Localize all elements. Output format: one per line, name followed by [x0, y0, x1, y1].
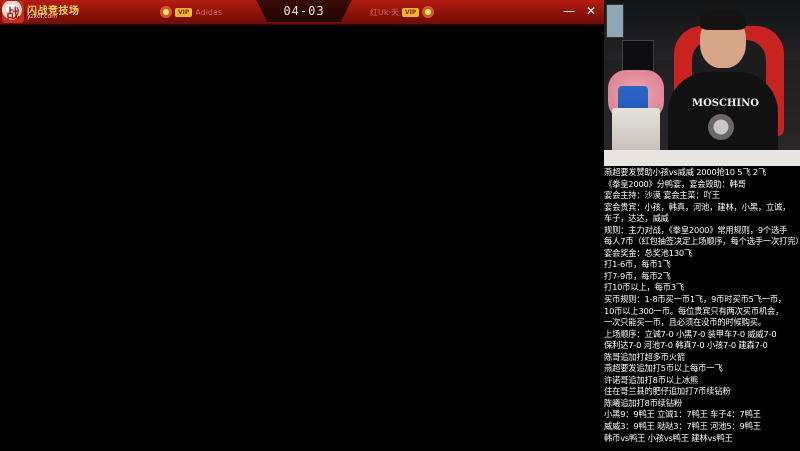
game-window[interactable]: 战 闪战竞技场 yzkof.com VIP Adidas 04-03 红Uk·天… — [0, 0, 604, 450]
cam-console-box — [622, 40, 654, 72]
info-line: 韩币vs鸭王 小孩vs鸭王 建林vs鸭王 — [604, 432, 733, 443]
cam-streamer-hair — [700, 10, 746, 30]
info-line: 《拳皇2000》分鸭宴，宴会毁助：韩哥 — [604, 178, 746, 189]
info-line: 小黑9：9鸭王 立诚1：7鸭王 车子4：7鸭王 — [604, 409, 761, 420]
info-line: 上场顺序：立诚7-0 小黑7-0 装甲车7-0 威威7-0 — [604, 328, 777, 339]
logo-url: yzkof.com — [27, 13, 58, 20]
minimize-button[interactable]: — — [562, 4, 576, 18]
info-line: 燕超要发追加打5币以上每币一飞 — [604, 363, 723, 374]
info-line: 燕超要发赞助小孩vs威威 2000抢10 5飞 2飞 — [604, 167, 767, 177]
info-line: 10币以上300一币。每位贵宾只有两次买币机会， — [604, 305, 784, 316]
webcam-feed: MOSCHINO — [604, 0, 800, 166]
info-line: 打7-9币，每币2飞 — [604, 270, 671, 281]
info-line: 打10币以上，每币3飞 — [604, 282, 685, 293]
titlebar: 战 闪战竞技场 yzkof.com VIP Adidas 04-03 红Uk·天… — [0, 0, 604, 25]
info-line: 陈曦追加打8币续钻粉 — [604, 397, 682, 408]
info-line: 一次只能买一币，且必须在没币的时候购买。 — [604, 317, 766, 328]
info-line: 许诺哥追加打8币以上冰熊 — [604, 374, 699, 385]
info-line: 陈哥追加打超多币火箭 — [604, 351, 685, 362]
player-rank-icon — [422, 6, 435, 18]
match-score: 04-03 — [256, 0, 352, 22]
left-player-name: Adidas — [195, 7, 223, 17]
vip-tag: VIP — [175, 7, 193, 17]
info-line: 打1-6币，每币1飞 — [604, 259, 671, 270]
cam-desk — [604, 150, 800, 166]
info-line: 威威3：9鸭王 哒哒3：7鸭王 河池5：9鸭王 — [604, 421, 761, 432]
right-player-badge: 红Uk·天 VIP — [370, 6, 435, 18]
right-player-name: 红Uk·天 — [370, 7, 400, 17]
info-line: 每人7币（红包抽签决定上场顺序，每个选手一次打完） — [604, 236, 800, 247]
close-button[interactable]: ✕ — [584, 4, 598, 18]
vip-tag: VIP — [402, 7, 420, 17]
info-line: 宴会贵宾：小孩，韩真，河池，建林，小黑，立诚， — [604, 201, 791, 212]
cam-shirt-text: MOSCHINO — [692, 98, 759, 109]
left-player-badge: VIP Adidas — [160, 6, 222, 18]
player-rank-icon — [160, 6, 172, 18]
event-info-panel: 燕超要发赞助小孩vs威威 2000抢10 5飞 2飞 《拳皇2000》分鸭宴，宴会… — [604, 166, 800, 451]
logo-icon: 战 — [2, 1, 24, 23]
cam-shirt-bear — [708, 114, 734, 140]
info-line: 保利达7-0 河池7-0 韩真7-0 小孩7-0 建森7-0 — [604, 340, 768, 351]
info-line: 规则：主力对战，《拳皇2000》常用规则，9个选手 — [604, 224, 788, 235]
info-line: 车子，达达，威威 — [604, 213, 669, 224]
info-line: 宴会奖金：总奖池130飞 — [604, 247, 693, 258]
info-line: 住在哥兰县的肥仔追加打7币续钻粉 — [604, 386, 731, 397]
cam-figure-box — [606, 4, 624, 38]
info-line: 买币规则：1-8币买一币1飞，9币时买币5飞一币， — [604, 294, 787, 305]
info-line: 宴会主持：沙漠 宴会主菜：吖王 — [604, 190, 720, 201]
